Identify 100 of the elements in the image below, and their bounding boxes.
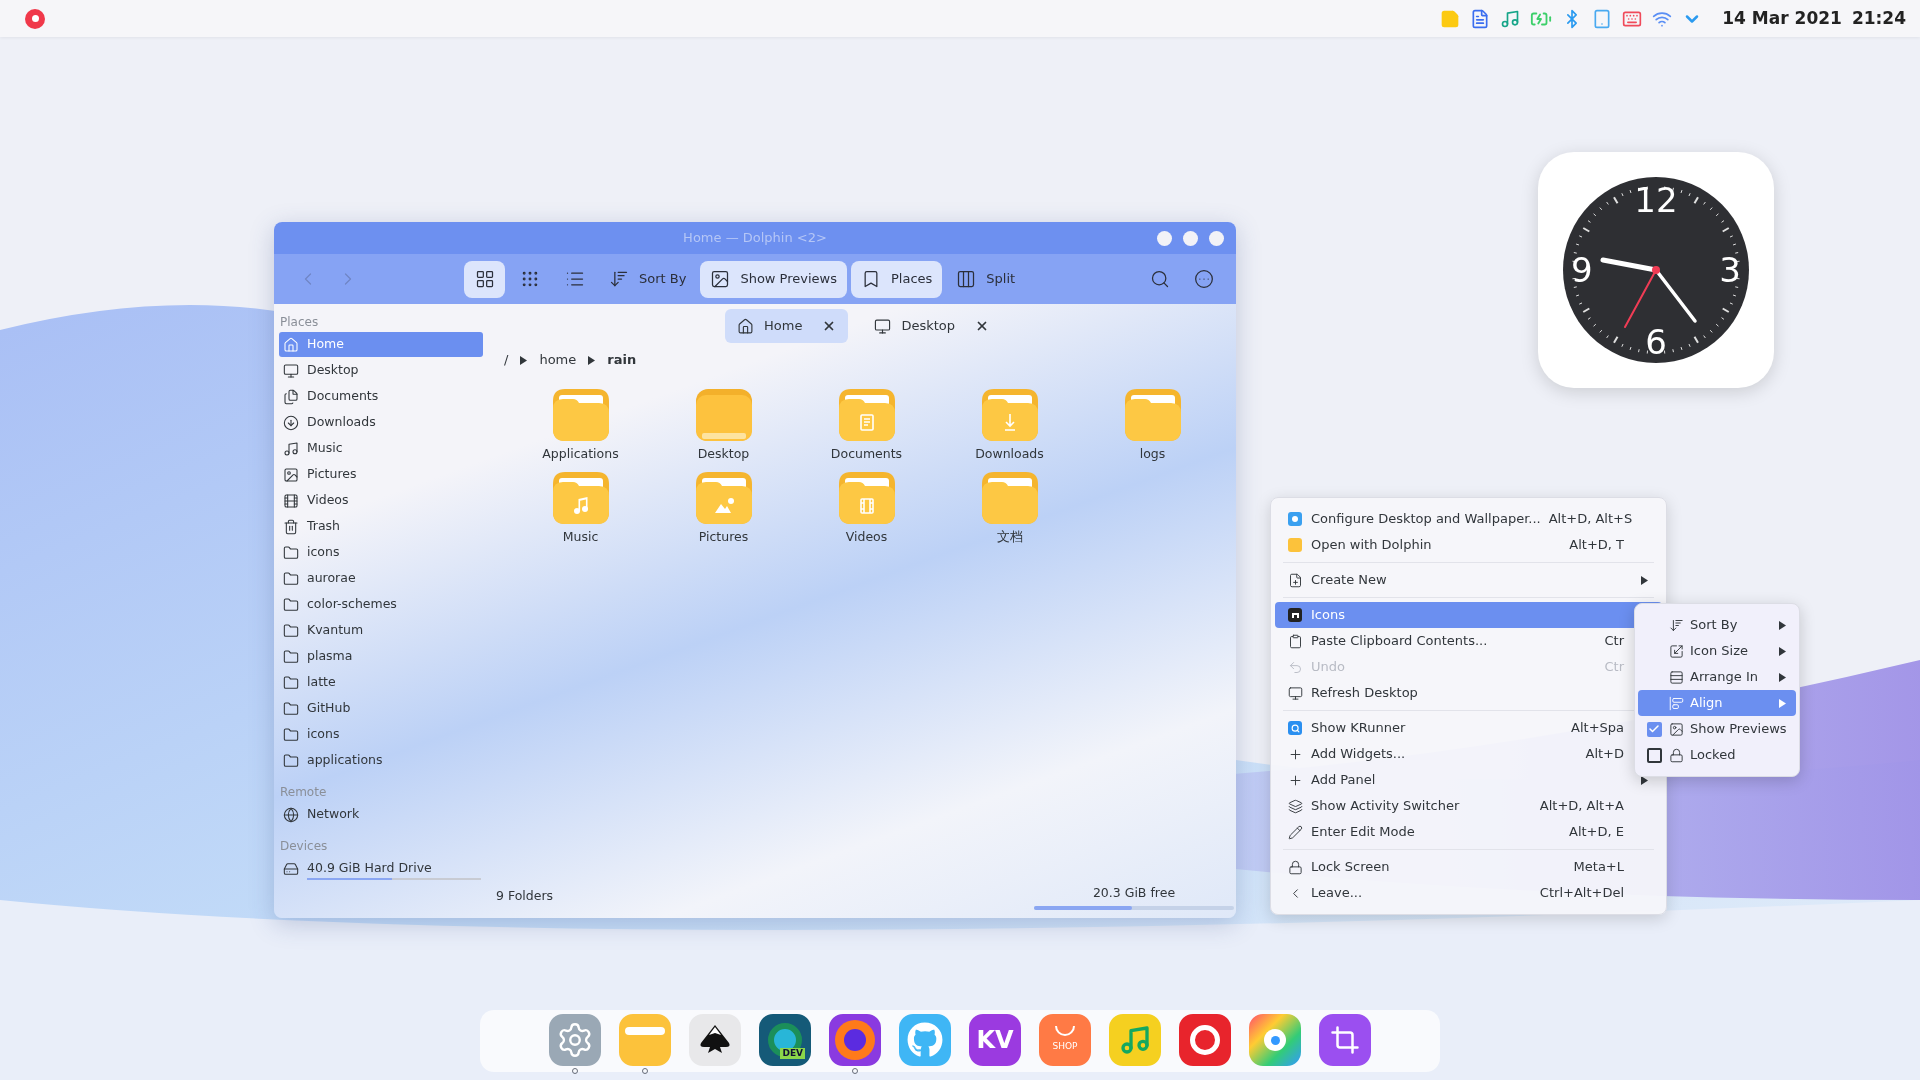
toolbar-button[interactable]: Split <box>946 260 1026 298</box>
github-app-icon[interactable] <box>899 1014 951 1066</box>
globe-icon <box>283 806 299 823</box>
menu-item[interactable]: Configure Desktop and Wallpaper... Alt+D, Alt+S <box>1275 506 1662 532</box>
menu-item[interactable]: Add Panel <box>1275 767 1662 793</box>
menu-item-label: Locked <box>1690 746 1736 765</box>
record-icon[interactable] <box>25 8 45 29</box>
crop-app-icon[interactable] <box>1319 1014 1371 1066</box>
folder-item[interactable]: logs <box>1081 387 1224 464</box>
sidebar-item[interactable]: icons <box>279 722 483 747</box>
checkbox[interactable] <box>1646 721 1662 737</box>
documents-icon <box>283 388 299 405</box>
menu-item[interactable]: Show Activity Switcher Alt+D, Alt+A <box>1275 793 1662 819</box>
sidebar-item[interactable]: GitHub <box>279 696 483 721</box>
folder-icon <box>283 622 299 639</box>
toolbar-button[interactable]: Show Previews <box>700 260 847 298</box>
monitor-icon <box>1287 685 1303 701</box>
shortcut-text: Alt+Spa <box>1571 719 1624 738</box>
menu-item[interactable]: Arrange In <box>1638 664 1796 690</box>
minimize-button[interactable] <box>1157 231 1172 246</box>
check-icon <box>1648 723 1660 735</box>
breadcrumb-arrow-icon <box>520 355 528 365</box>
music-app-icon[interactable] <box>1109 1014 1161 1066</box>
folder-item[interactable]: Downloads <box>938 387 1081 464</box>
breadcrumb-arrow-icon <box>588 355 596 365</box>
folder-name: Applications <box>542 445 619 463</box>
music-player-app-icon[interactable] <box>1179 1014 1231 1066</box>
sidebar-item[interactable]: Downloads <box>279 410 483 435</box>
sidebar-item[interactable]: Music <box>279 436 483 461</box>
folder-item[interactable]: Music <box>509 469 652 547</box>
menu-item[interactable]: Lock Screen Meta+L <box>1275 854 1662 880</box>
toolbar-button[interactable]: Places <box>851 260 943 298</box>
close-button[interactable] <box>1209 231 1224 246</box>
menu-item[interactable]: Leave... Ctrl+Alt+Del <box>1275 880 1662 906</box>
folder-item[interactable]: Desktop <box>652 387 795 464</box>
files-app-icon[interactable] <box>619 1014 671 1066</box>
folder-item[interactable]: Videos <box>795 469 938 547</box>
lock-icon <box>1287 859 1303 875</box>
browser-app-icon[interactable]: DEV <box>759 1014 811 1066</box>
breadcrumb-item[interactable]: home <box>539 350 577 370</box>
folder-icon <box>283 544 299 561</box>
settings-app-icon[interactable] <box>549 1014 601 1066</box>
lock-icon <box>1668 747 1684 763</box>
sidebar-item[interactable]: Pictures <box>279 462 483 487</box>
film-icon <box>283 492 299 509</box>
music-icon[interactable] <box>1500 8 1521 29</box>
align-icon <box>1668 695 1684 711</box>
sidebar-item[interactable]: Videos <box>279 488 483 513</box>
menu-item-label: Create New <box>1311 571 1387 590</box>
submenu-arrow-icon <box>1641 775 1648 785</box>
tablet-icon[interactable] <box>1592 8 1613 29</box>
breadcrumb-item[interactable]: rain <box>607 350 637 370</box>
folder-name: Desktop <box>697 445 750 463</box>
sidebar-item[interactable]: latte <box>279 670 483 695</box>
tab-label: Home <box>764 317 803 336</box>
menu-item[interactable]: Show Previews <box>1638 716 1796 742</box>
toolbar-button[interactable]: Sort By <box>599 260 697 298</box>
sidebar-item[interactable]: Kvantum <box>279 618 483 643</box>
sidebar-item[interactable]: plasma <box>279 644 483 669</box>
breadcrumb-item[interactable]: / <box>504 350 509 370</box>
folder-item[interactable]: 文档 <box>938 469 1081 547</box>
menu-item[interactable]: Enter Edit Mode Alt+D, E <box>1275 819 1662 845</box>
menu-item[interactable]: Locked <box>1638 742 1796 768</box>
view-mode-button[interactable] <box>464 260 505 298</box>
maximize-button[interactable] <box>1183 231 1198 246</box>
folder-item[interactable]: Pictures <box>652 469 795 547</box>
folder-icon <box>283 648 299 665</box>
menu-item[interactable]: Open with Dolphin Alt+D, T <box>1275 532 1662 558</box>
sidebar-item[interactable]: Network <box>279 802 483 827</box>
clipboard-icon <box>1287 633 1303 649</box>
kv-app-icon[interactable]: KV <box>969 1014 1021 1066</box>
firefox-app-icon[interactable] <box>829 1014 881 1066</box>
folder-item[interactable]: Documents <box>795 387 938 464</box>
shortcut-text: Alt+D, Alt+S <box>1548 510 1633 529</box>
document-icon[interactable] <box>1470 8 1491 29</box>
menu-item[interactable]: Create New <box>1275 567 1662 593</box>
sidebar-item[interactable]: Desktop <box>279 358 483 383</box>
sidebar-item[interactable]: 40.9 GiB Hard Drive <box>279 856 483 881</box>
menu-item[interactable]: Icon Size <box>1638 638 1796 664</box>
vector-app-icon[interactable] <box>689 1014 741 1066</box>
sidebar-item[interactable]: color-schemes <box>279 592 483 617</box>
date-text: 14 Mar 2021 <box>1722 6 1842 30</box>
folder-item[interactable]: Applications <box>509 387 652 464</box>
close-icon[interactable] <box>975 319 989 333</box>
shortcut-text: Meta+L <box>1573 858 1624 877</box>
sidebar-item[interactable]: Documents <box>279 384 483 409</box>
sidebar-item[interactable]: Trash <box>279 514 483 539</box>
folder-name: logs <box>1139 445 1166 463</box>
photos-app-icon[interactable] <box>1249 1014 1301 1066</box>
sidebar-item[interactable]: applications <box>279 748 483 773</box>
menu-icon <box>1194 269 1214 289</box>
sidebar-item[interactable]: icons <box>279 540 483 565</box>
sidebar-item[interactable]: aurorae <box>279 566 483 591</box>
tab[interactable]: Desktop <box>862 309 1001 343</box>
menu-item-label: Configure Desktop and Wallpaper... <box>1311 510 1541 529</box>
menu-item-label: Undo <box>1311 658 1345 677</box>
image-icon <box>283 466 299 483</box>
checkbox[interactable] <box>1646 747 1662 763</box>
folder-name: Downloads <box>975 445 1044 463</box>
tab[interactable]: Home <box>725 309 849 343</box>
